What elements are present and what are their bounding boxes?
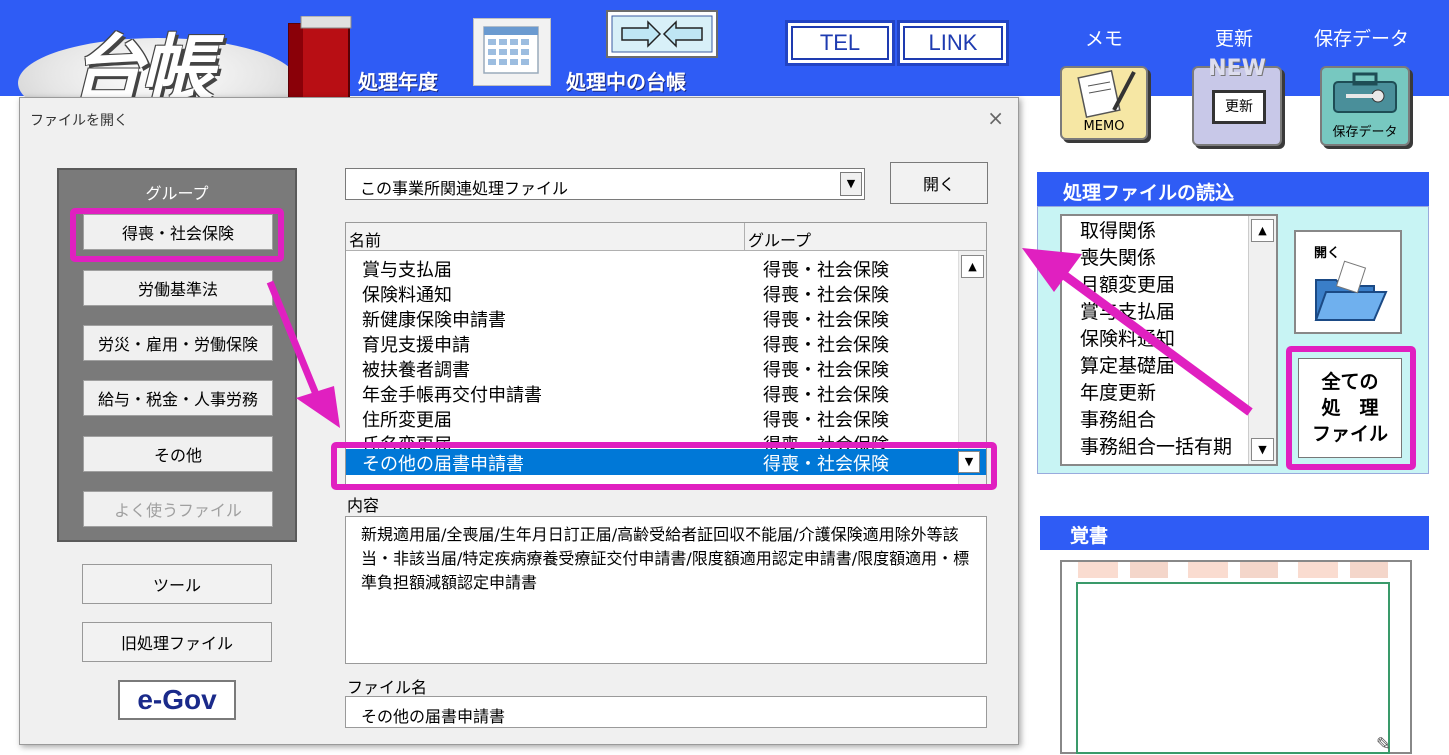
memo-pencil-icon: [1077, 70, 1136, 118]
group-title: グループ: [145, 184, 209, 203]
table-row[interactable]: 住所変更届 得喪・社会保険: [346, 405, 956, 431]
row-group: 得喪・社会保険: [763, 335, 889, 356]
tools-button[interactable]: ツール: [82, 564, 272, 604]
row-group: 得喪・社会保険: [763, 410, 889, 431]
content-label: 内容: [347, 496, 380, 515]
file-scope-select[interactable]: この事業所関連処理ファイル ▼: [345, 168, 865, 200]
table-row[interactable]: 被扶養者調書 得喪・社会保険: [346, 355, 956, 381]
content-textarea[interactable]: 新規適用届/全喪届/生年月日訂正届/高齢受給者証回収不能届/介護保険適用除外等該…: [345, 516, 987, 664]
open-tile-label: 開く: [1314, 246, 1341, 261]
list-item[interactable]: 月額変更届: [1062, 270, 1276, 297]
folder-icon: [1314, 260, 1388, 321]
memo-label: メモ: [1085, 28, 1124, 50]
row-name: 新健康保険申請書: [362, 310, 506, 331]
row-group: 得喪・社会保険: [763, 260, 889, 281]
table-row[interactable]: 保険料通知 得喪・社会保険: [346, 280, 956, 306]
link-button[interactable]: LINK: [897, 20, 1009, 66]
column-header-name[interactable]: 名前: [349, 227, 381, 251]
processing-file-list[interactable]: 取得関係 喪失関係 月額変更届 賞与支払届 保険料通知 算定基礎届 年度更新 事…: [1060, 214, 1278, 466]
group-highlight: [70, 208, 284, 262]
group-button-labor-standards[interactable]: 労働基準法: [83, 270, 273, 306]
table-row[interactable]: 年金手帳再交付申請書 得喪・社会保険: [346, 380, 956, 406]
group-button-labor-insurance[interactable]: 労災・雇用・労働保険: [83, 325, 273, 361]
calendar-icon[interactable]: [473, 18, 551, 86]
scroll-up-icon[interactable]: ▲: [961, 255, 984, 278]
update-button[interactable]: NEW 更新: [1192, 56, 1282, 146]
save-tile-caption: 保存データ: [1332, 125, 1398, 140]
save-data-label: 保存データ: [1314, 28, 1410, 50]
list-rows: 賞与支払届 得喪・社会保険 保険料通知 得喪・社会保険 新健康保険申請書 得喪・社会保…: [346, 255, 956, 456]
memo-button[interactable]: MEMO: [1060, 66, 1148, 140]
redacted-text: [1078, 562, 1388, 578]
save-data-button[interactable]: 保存データ: [1320, 66, 1410, 146]
row-group: 得喪・社会保険: [763, 360, 889, 381]
pencil-icon[interactable]: ✎: [1376, 734, 1391, 755]
group-button-other[interactable]: その他: [83, 436, 273, 472]
scroll-up-icon[interactable]: ▲: [1251, 219, 1274, 242]
memo-tile-caption: MEMO: [1083, 119, 1125, 134]
close-icon[interactable]: ×: [987, 106, 1004, 130]
file-list-scrollbar[interactable]: ▲ ▼: [1248, 216, 1276, 464]
row-group: 得喪・社会保険: [763, 285, 889, 306]
old-files-button[interactable]: 旧処理ファイル: [82, 622, 272, 662]
list-item[interactable]: 算定基礎届: [1062, 351, 1276, 378]
group-button-favorites: よく使うファイル: [83, 491, 273, 527]
key-case-icon: [1333, 72, 1397, 113]
egov-logo[interactable]: e-Gov: [118, 680, 236, 720]
column-header-group[interactable]: グループ: [744, 223, 811, 251]
notes-header: 覚書: [1040, 516, 1429, 550]
list-item[interactable]: 事務組合: [1062, 405, 1276, 432]
table-row[interactable]: 育児支援申請 得喪・社会保険: [346, 330, 956, 356]
list-item[interactable]: 事務組合一括有期: [1062, 432, 1276, 459]
file-scope-value: この事業所関連処理ファイル: [360, 179, 569, 198]
tel-button[interactable]: TEL: [785, 20, 895, 66]
processing-year-label[interactable]: 処理年度: [358, 66, 438, 95]
new-badge: NEW: [1208, 56, 1266, 81]
list-item[interactable]: 保険料通知: [1062, 324, 1276, 351]
row-group: 得喪・社会保険: [763, 310, 889, 331]
filename-label: ファイル名: [347, 678, 428, 697]
row-name: 年金手帳再交付申請書: [362, 385, 542, 406]
table-row[interactable]: 賞与支払届 得喪・社会保険: [346, 255, 956, 281]
table-row[interactable]: 新健康保険申請書 得喪・社会保険: [346, 305, 956, 331]
dialog-title: ファイルを開く: [30, 113, 128, 129]
current-ledger-label[interactable]: 処理中の台帳: [566, 66, 686, 95]
row-group: 得喪・社会保険: [763, 385, 889, 406]
row-name: 被扶養者調書: [362, 360, 470, 381]
list-item[interactable]: 喪失関係: [1062, 243, 1276, 270]
group-button-payroll[interactable]: 給与・税金・人事労務: [83, 380, 273, 416]
list-header: 名前 グループ: [346, 223, 986, 251]
row-name: 保険料通知: [362, 285, 452, 306]
row-name: 育児支援申請: [362, 335, 470, 356]
list-item[interactable]: 取得関係: [1062, 216, 1276, 243]
open-file-dialog: ファイルを開く × グループ 得喪・社会保険 労働基準法 労災・雇用・労働保険 …: [19, 97, 1019, 745]
row-name: 賞与支払届: [362, 260, 452, 281]
filename-field[interactable]: その他の届書申請書: [345, 696, 987, 728]
notes-textarea[interactable]: [1076, 582, 1390, 754]
update-label: 更新: [1215, 28, 1254, 50]
read-files-header: 処理ファイルの読込: [1037, 172, 1429, 206]
chevron-down-icon[interactable]: ▼: [840, 172, 862, 196]
open-folder-button[interactable]: 開く: [1294, 230, 1402, 334]
list-item[interactable]: 賞与支払届: [1062, 297, 1276, 324]
selected-row-highlight: [331, 442, 997, 490]
open-button[interactable]: 開く: [890, 162, 988, 204]
switch-ledger-arrows-icon[interactable]: [606, 10, 718, 58]
list-item[interactable]: 年度更新: [1062, 378, 1276, 405]
all-files-highlight: [1286, 346, 1416, 470]
update-monitor-icon: 更新: [1212, 90, 1266, 124]
row-name: 住所変更届: [362, 410, 452, 431]
ledger-binder-icon[interactable]: [287, 16, 353, 98]
scroll-down-icon[interactable]: ▼: [1251, 438, 1274, 461]
